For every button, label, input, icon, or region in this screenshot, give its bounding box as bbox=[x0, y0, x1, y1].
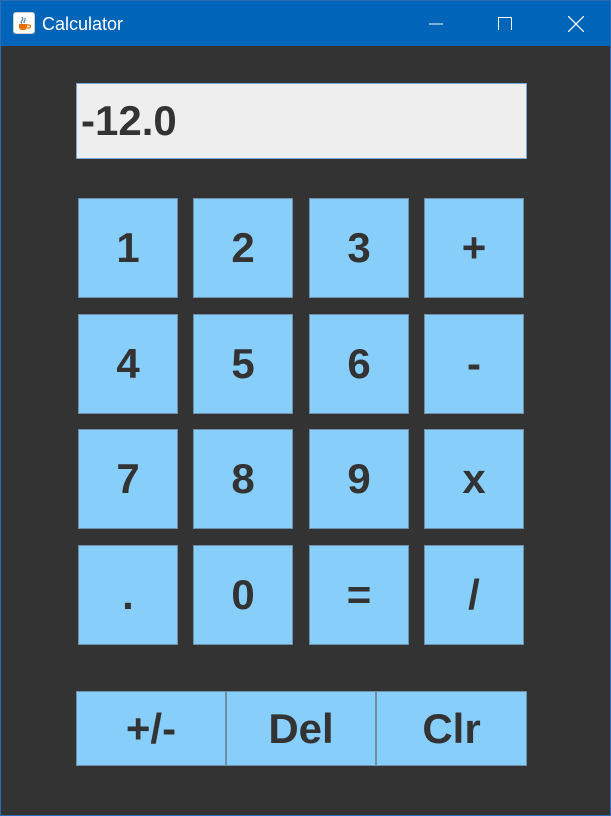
delete-button[interactable]: Del bbox=[226, 691, 376, 766]
minimize-icon bbox=[429, 23, 443, 25]
maximize-icon bbox=[498, 17, 512, 30]
key-equals[interactable]: = bbox=[309, 545, 409, 645]
key-add[interactable]: + bbox=[424, 198, 524, 298]
close-button[interactable] bbox=[540, 1, 610, 46]
calculator-body: 1 2 3 + 4 5 6 - 7 8 9 x . 0 = / +/- Del … bbox=[1, 46, 610, 815]
key-9[interactable]: 9 bbox=[309, 429, 409, 529]
maximize-button[interactable] bbox=[470, 1, 540, 46]
window-title: Calculator bbox=[42, 14, 124, 34]
minimize-button[interactable] bbox=[401, 1, 471, 46]
key-5[interactable]: 5 bbox=[193, 314, 293, 414]
key-2[interactable]: 2 bbox=[193, 198, 293, 298]
key-decimal[interactable]: . bbox=[78, 545, 178, 645]
key-divide[interactable]: / bbox=[424, 545, 524, 645]
clear-button[interactable]: Clr bbox=[376, 691, 527, 766]
key-subtract[interactable]: - bbox=[424, 314, 524, 414]
title-bar[interactable]: Calculator bbox=[1, 1, 610, 46]
java-coffee-cup-icon bbox=[13, 12, 35, 34]
key-4[interactable]: 4 bbox=[78, 314, 178, 414]
key-0[interactable]: 0 bbox=[193, 545, 293, 645]
close-icon bbox=[568, 16, 584, 32]
key-multiply[interactable]: x bbox=[424, 429, 524, 529]
key-1[interactable]: 1 bbox=[78, 198, 178, 298]
result-display[interactable] bbox=[76, 83, 527, 159]
key-7[interactable]: 7 bbox=[78, 429, 178, 529]
key-8[interactable]: 8 bbox=[193, 429, 293, 529]
negate-button[interactable]: +/- bbox=[76, 691, 226, 766]
key-3[interactable]: 3 bbox=[309, 198, 409, 298]
calculator-window: Calculator 1 2 3 + 4 5 6 - bbox=[0, 0, 611, 816]
key-6[interactable]: 6 bbox=[309, 314, 409, 414]
